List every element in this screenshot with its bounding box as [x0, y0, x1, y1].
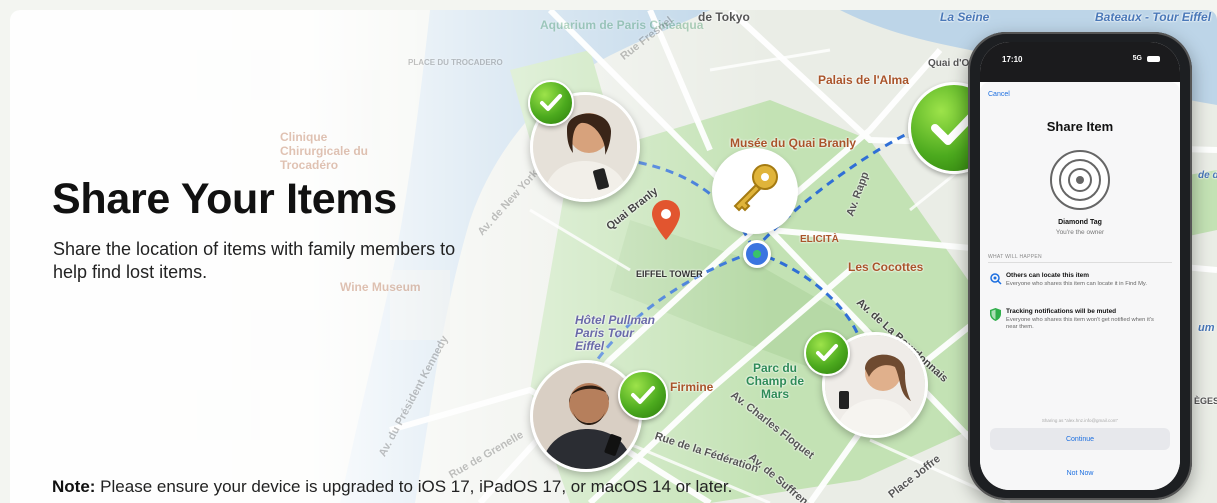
map-label-firmine: Firmine	[670, 380, 714, 394]
row-desc-notifications: Everyone who shares this item won't get …	[1006, 317, 1154, 330]
map-label-right-um: um	[1198, 322, 1215, 334]
map-label-la-seine: La Seine	[940, 10, 990, 24]
map-label-cocottes: Les Cocottes	[848, 260, 924, 274]
row-desc-locate: Everyone who shares this item can locate…	[1006, 281, 1148, 287]
magnifier-locate-icon	[990, 272, 1002, 290]
map-label-palais: Palais de l'Alma	[818, 73, 909, 87]
not-now-button[interactable]: Not Now	[980, 470, 1180, 477]
location-dot-icon	[743, 240, 771, 268]
share-item-sheet: Cancel Share Item Diamond Tag You're the…	[980, 82, 1180, 490]
continue-button[interactable]: Continue	[990, 428, 1170, 450]
row-title-locate: Others can locate this item	[1006, 272, 1090, 279]
airtag-icon	[1049, 149, 1111, 216]
row-title-notifications: Tracking notifications will be muted	[1006, 308, 1117, 315]
map-label-clinique: Clinique Chirurgicale du Trocadéro	[280, 130, 369, 172]
cancel-button[interactable]: Cancel	[988, 91, 1010, 98]
compatibility-note: Note: Please ensure your device is upgra…	[52, 477, 732, 497]
status-time: 17:10	[1002, 55, 1023, 64]
signal-indicator: 5G	[1132, 55, 1142, 62]
map-label-bateaux: Bateaux - Tour Eiffel	[1095, 10, 1212, 24]
map-pin-icon	[652, 200, 680, 245]
key-bubble	[712, 148, 798, 234]
map-label-right-es: ÈGES	[1194, 396, 1217, 406]
sharing-as-text: Sharing as "alex.hnz.info@gmail.com"	[1041, 418, 1119, 423]
phone-screen: 17:10 5G Cancel Share Item Diamond Tag Y…	[980, 42, 1180, 490]
map-label-trocadero: PLACE DU TROCADERO	[408, 58, 503, 67]
page-title: Share Your Items	[52, 175, 397, 223]
map-label-hotel: Hôtel Pullman Paris Tour Eiffel	[575, 313, 656, 353]
map-label-right-de: de d	[1198, 170, 1217, 181]
key-icon	[727, 161, 783, 222]
check-icon	[618, 370, 668, 420]
map-label-de-tokyo: de Tokyo	[698, 10, 750, 24]
check-icon	[528, 80, 574, 126]
share-items-banner: Aquarium de Paris Cinéaqua de Tokyo La S…	[10, 10, 1217, 503]
iphone-mockup: 17:10 5G Cancel Share Item Diamond Tag Y…	[968, 32, 1192, 500]
map-label-parc: Parc du Champ de Mars	[745, 361, 804, 401]
status-bar: 17:10 5G	[980, 42, 1180, 82]
battery-icon	[1147, 56, 1160, 62]
note-label: Note:	[52, 477, 96, 496]
sheet-title: Share Item	[1046, 119, 1114, 134]
tag-name: Diamond Tag	[1058, 219, 1102, 226]
map-label-eiffel: EIFFEL TOWER	[636, 269, 703, 279]
tag-owner: You're the owner	[1055, 229, 1105, 236]
check-icon	[804, 330, 850, 376]
page-subtitle: Share the location of items with family …	[53, 239, 456, 282]
map-label-aquarium: Aquarium de Paris Cinéaqua	[540, 18, 704, 32]
section-divider	[988, 262, 1172, 263]
note-text: Please ensure your device is upgraded to…	[95, 477, 733, 496]
map-label-elicita: ELICITÀ	[800, 234, 839, 245]
shield-icon	[990, 308, 1001, 326]
section-header: WHAT WILL HAPPEN	[988, 254, 1042, 260]
